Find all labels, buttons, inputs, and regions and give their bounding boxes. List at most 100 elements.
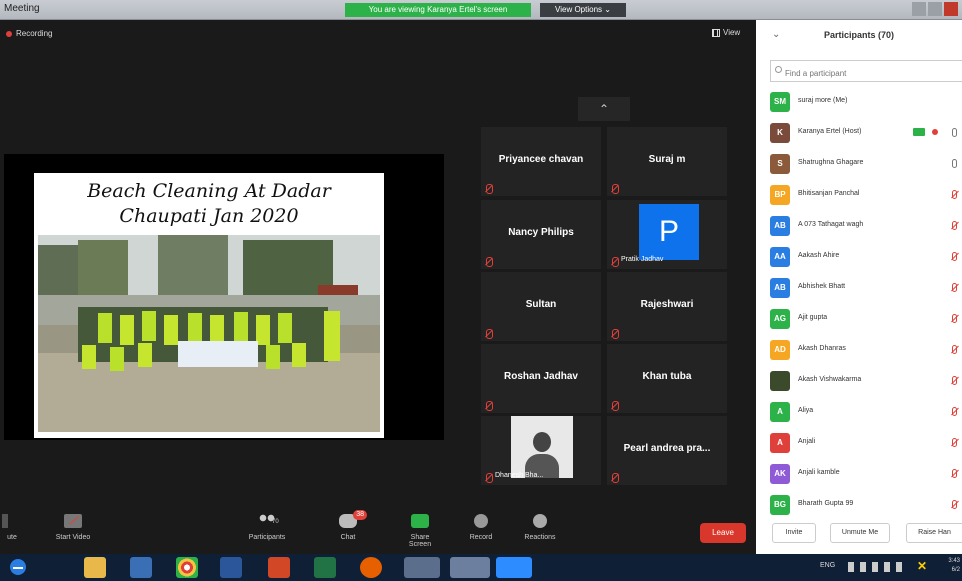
mic-muted-icon [952, 314, 957, 323]
participant-tile[interactable]: Roshan Jadhav [481, 344, 601, 413]
grid-view-icon [712, 28, 720, 37]
minimize-icon[interactable] [912, 2, 926, 16]
participant-search-input[interactable] [770, 60, 962, 82]
mic-muted-icon [485, 329, 493, 339]
participant-row[interactable]: AK Anjali kamble [756, 459, 962, 490]
mic-icon [952, 128, 957, 137]
participant-name: Aakash Ahire [798, 252, 840, 259]
tray-language[interactable]: ENG [820, 562, 835, 569]
participant-row[interactable]: AA Aakash Ahire [756, 242, 962, 273]
mic-muted-icon [952, 469, 957, 478]
slide-title: Beach Cleaning At Dadar Chaupati Jan 202… [34, 179, 384, 229]
participant-avatar: BG [770, 495, 790, 515]
mic-muted-icon [952, 190, 957, 199]
edge-icon[interactable] [8, 557, 28, 577]
panel-title: Participants (70) [823, 30, 895, 40]
mic-muted-icon [611, 184, 619, 194]
participant-row[interactable]: AB Abhishek Bhatt [756, 273, 962, 304]
view-options-button[interactable]: View Options ⌄ [540, 3, 626, 17]
participant-name: Karanya Ertel (Host) [798, 128, 862, 135]
collapse-thumbnails-button[interactable]: ⌃ [578, 97, 630, 121]
screen-share-banner: You are viewing Karanya Ertel's screen [345, 3, 531, 17]
panel-footer: Invite Unmute Me Raise Han [756, 517, 962, 554]
window-title: Meeting [4, 3, 40, 14]
start-video-button[interactable]: Start Video [48, 514, 98, 541]
chat-button[interactable]: 38 Chat [333, 510, 367, 541]
excel-icon[interactable] [314, 557, 336, 578]
participant-avatar: P [639, 204, 699, 260]
screen-share-icon [913, 128, 925, 136]
mic-muted-icon [952, 221, 957, 230]
participant-name: Shatrughna Ghagare [798, 159, 864, 166]
invite-button[interactable]: Invite [772, 523, 816, 543]
record-icon [474, 514, 488, 528]
mic-muted-icon [485, 473, 493, 483]
participant-video [511, 416, 573, 478]
mic-muted-icon [485, 184, 493, 194]
word-icon[interactable] [220, 557, 242, 578]
participant-tile[interactable]: Priyancee chavan [481, 127, 601, 196]
file-explorer-icon[interactable] [84, 557, 106, 578]
participant-avatar: AA [770, 247, 790, 267]
share-screen-button[interactable]: Share Screen [400, 514, 440, 548]
firefox-icon[interactable] [360, 557, 382, 578]
participants-button[interactable]: 70 Participants [242, 514, 292, 541]
unmute-me-button[interactable]: Unmute Me [830, 523, 890, 543]
snip-tool-icon[interactable] [450, 557, 490, 578]
tray-icons[interactable] [848, 562, 908, 572]
recording-dot-icon [6, 30, 12, 37]
participant-tile[interactable]: Sultan [481, 272, 601, 341]
record-button[interactable]: Record [466, 514, 496, 541]
share-screen-icon [411, 514, 429, 528]
powerpoint-icon[interactable] [268, 557, 290, 578]
chrome-window-icon[interactable] [404, 557, 440, 578]
media-player-icon[interactable] [130, 557, 152, 578]
recording-indicator: Recording [6, 29, 52, 38]
participant-row[interactable]: K Karanya Ertel (Host) [756, 118, 962, 149]
participant-row[interactable]: BP Bhitisanjan Panchal [756, 180, 962, 211]
participant-avatar: A [770, 433, 790, 453]
participant-row[interactable]: AB A 073 Tathagat wagh [756, 211, 962, 242]
zoom-icon[interactable] [496, 557, 532, 578]
participant-row[interactable]: A Aliya [756, 397, 962, 428]
participant-row[interactable]: AD Akash Dhanras [756, 335, 962, 366]
participant-tile[interactable]: Dhanesh Bha... [481, 416, 601, 485]
participant-tile[interactable]: Pearl andrea pra... [607, 416, 727, 485]
taskbar-clock[interactable]: 3:43 6/2 [940, 557, 960, 575]
participant-name: Bharath Gupta 99 [798, 500, 854, 507]
leave-button[interactable]: Leave [700, 523, 746, 543]
participant-name: Bhitisanjan Panchal [798, 190, 860, 197]
participant-tile[interactable]: Nancy Philips [481, 200, 601, 269]
participant-row[interactable]: AG Ajit gupta [756, 304, 962, 335]
raise-hand-button[interactable]: Raise Han [906, 523, 962, 543]
meeting-area: Recording View Beach Cleaning At Dadar C… [0, 20, 756, 554]
tile-name: Khan tuba [642, 371, 692, 382]
participant-avatar: AD [770, 340, 790, 360]
close-icon[interactable] [944, 2, 958, 16]
participant-row[interactable]: A Anjali [756, 428, 962, 459]
participant-tile[interactable]: P Pratik Jadhav [607, 200, 727, 269]
participant-avatar: AK [770, 464, 790, 484]
reactions-label: Reactions [524, 534, 556, 541]
reactions-icon [533, 514, 547, 528]
participant-tile[interactable]: Suraj m [607, 127, 727, 196]
participant-row[interactable]: S Shatrughna Ghagare [756, 149, 962, 180]
participant-tile[interactable]: Khan tuba [607, 344, 727, 413]
maximize-icon[interactable] [928, 2, 942, 16]
mic-muted-icon [952, 407, 957, 416]
participant-tile[interactable]: Rajeshwari [607, 272, 727, 341]
tile-name: Pearl andrea pra... [623, 443, 711, 454]
clock-time: 3:43 [948, 558, 960, 564]
windows-taskbar: ENG ✕ 3:43 6/2 [0, 554, 962, 581]
view-button[interactable]: View [712, 28, 740, 37]
mic-muted-icon [952, 345, 957, 354]
chrome-icon[interactable] [176, 557, 198, 578]
panel-header: ⌄ Participants (70) [756, 20, 962, 50]
slide-title-line1: Beach Cleaning At Dadar [87, 180, 331, 202]
unmute-button[interactable]: ute [0, 514, 24, 541]
participant-row[interactable]: SM suraj more (Me) [756, 87, 962, 118]
participant-row[interactable]: Akash Vishwakarma [756, 366, 962, 397]
participant-avatar: SM [770, 92, 790, 112]
tray-warning-icon[interactable]: ✕ [917, 559, 927, 573]
reactions-button[interactable]: Reactions [518, 514, 562, 541]
